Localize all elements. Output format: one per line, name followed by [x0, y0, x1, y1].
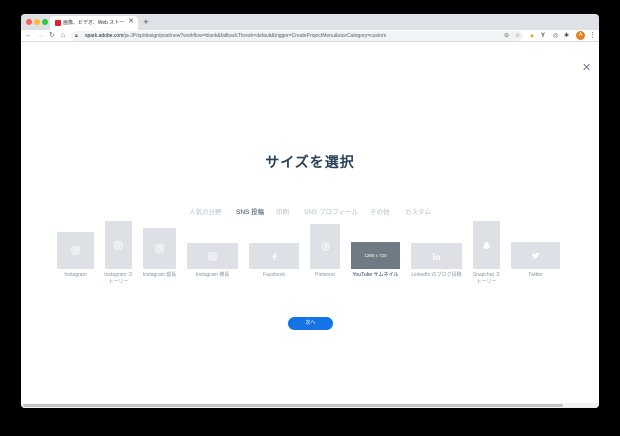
tab-sns-profile[interactable]: SNS プロフィール [304, 208, 358, 218]
extensions-puzzle-icon[interactable]: ✱ [564, 32, 569, 40]
tab-custom[interactable]: カスタム [405, 208, 431, 218]
tab-strip: 画像、ビデオ、Web ストーリーを ✕ + [21, 14, 599, 30]
size-card-facebook[interactable] [249, 243, 299, 269]
size-card-instagram-portrait[interactable] [143, 228, 176, 269]
size-card-pinterest[interactable] [310, 224, 340, 269]
tab-other[interactable]: その他 [370, 208, 390, 218]
size-card-youtube-thumbnail[interactable]: 1280 x 720 [351, 242, 400, 269]
size-card-label: Snapchat ストーリー [472, 272, 501, 285]
browser-window: 画像、ビデオ、Web ストーリーを ✕ + ← → ↻ ⌂ 🔒︎ spark.a… [21, 14, 599, 408]
profile-avatar[interactable]: A [576, 31, 585, 40]
zoom-window-button[interactable] [42, 19, 48, 25]
size-card-label: Instagram [64, 272, 87, 278]
size-card-instagram[interactable] [57, 232, 94, 269]
url-host: spark.adobe.com [85, 33, 124, 39]
next-button[interactable]: 次へ [288, 317, 333, 330]
facebook-icon [272, 252, 277, 260]
forward-icon[interactable]: → [37, 31, 44, 41]
bookmark-star-icon[interactable]: ☆ [515, 31, 520, 41]
tab-title: 画像、ビデオ、Web ストーリーを [63, 20, 125, 26]
extension-icon[interactable]: Y [541, 32, 545, 40]
size-card-label: Twitter [528, 272, 543, 278]
instagram-icon [208, 251, 217, 261]
tab-popular[interactable]: 人気の分野 [189, 208, 222, 218]
size-card-twitter[interactable] [511, 242, 560, 269]
scrollbar-thumb[interactable] [23, 404, 563, 407]
new-tab-button[interactable]: + [141, 17, 151, 27]
browser-toolbar: ← → ↻ ⌂ 🔒︎ spark.adobe.com/ja-JP/sp/desi… [21, 30, 599, 42]
tab-print[interactable]: 印刷 [276, 208, 289, 218]
pinterest-icon [320, 242, 330, 251]
snapchat-icon [482, 241, 491, 249]
size-card-label: Facebook [263, 272, 285, 278]
zoom-icon[interactable]: ⊖ [504, 31, 509, 41]
page-title: サイズを選択 [265, 154, 355, 170]
lock-icon[interactable]: 🔒︎ [75, 31, 78, 41]
page-content: ✕ サイズを選択 人気の分野 SNS 投稿 印刷 SNS プロフィール その他 … [21, 42, 599, 408]
size-card-label: YouTube サムネイル [352, 272, 399, 278]
size-card-label: Instagram 縦長 [142, 272, 177, 278]
instagram-icon [114, 240, 123, 250]
browser-tab[interactable]: 画像、ビデオ、Web ストーリーを ✕ [50, 16, 138, 30]
size-card-label: LinkedIn のブログ投稿 [411, 272, 462, 278]
instagram-icon [155, 244, 164, 253]
size-card-snapchat-story[interactable] [473, 221, 500, 269]
size-card-label: Instagram ストーリー [104, 272, 133, 285]
url-text: spark.adobe.com/ja-JP/sp/design/post/new… [85, 31, 386, 41]
size-card-linkedin[interactable] [411, 243, 462, 269]
extension-icon[interactable]: ◎ [553, 32, 558, 40]
url-path: /ja-JP/sp/design/post/new?workflow=blank… [123, 33, 387, 39]
tab-sns-post[interactable]: SNS 投稿 [236, 208, 264, 218]
tab-close-icon[interactable]: ✕ [128, 17, 134, 27]
size-card-label: Pinterest [315, 272, 335, 278]
horizontal-scrollbar[interactable] [21, 403, 599, 408]
browser-menu-icon[interactable]: ⋮ [589, 31, 596, 41]
size-card-instagram-landscape[interactable] [187, 243, 238, 269]
linkedin-icon [432, 252, 440, 260]
extension-icon[interactable]: ▲ [529, 32, 535, 40]
instagram-icon [71, 246, 80, 255]
adobe-favicon-icon [55, 20, 61, 26]
address-bar[interactable]: 🔒︎ spark.adobe.com/ja-JP/sp/design/post/… [71, 31, 523, 41]
minimize-window-button[interactable] [34, 19, 40, 25]
dimension-label: 1280 x 720 [364, 253, 387, 258]
home-icon[interactable]: ⌂ [61, 31, 65, 41]
size-card-instagram-story[interactable] [105, 221, 132, 269]
size-card-label: Instagram 横長 [195, 272, 230, 278]
close-window-button[interactable] [26, 19, 32, 25]
close-icon[interactable]: ✕ [582, 62, 591, 74]
back-icon[interactable]: ← [25, 31, 32, 41]
twitter-icon [532, 252, 540, 259]
reload-icon[interactable]: ↻ [49, 31, 55, 41]
